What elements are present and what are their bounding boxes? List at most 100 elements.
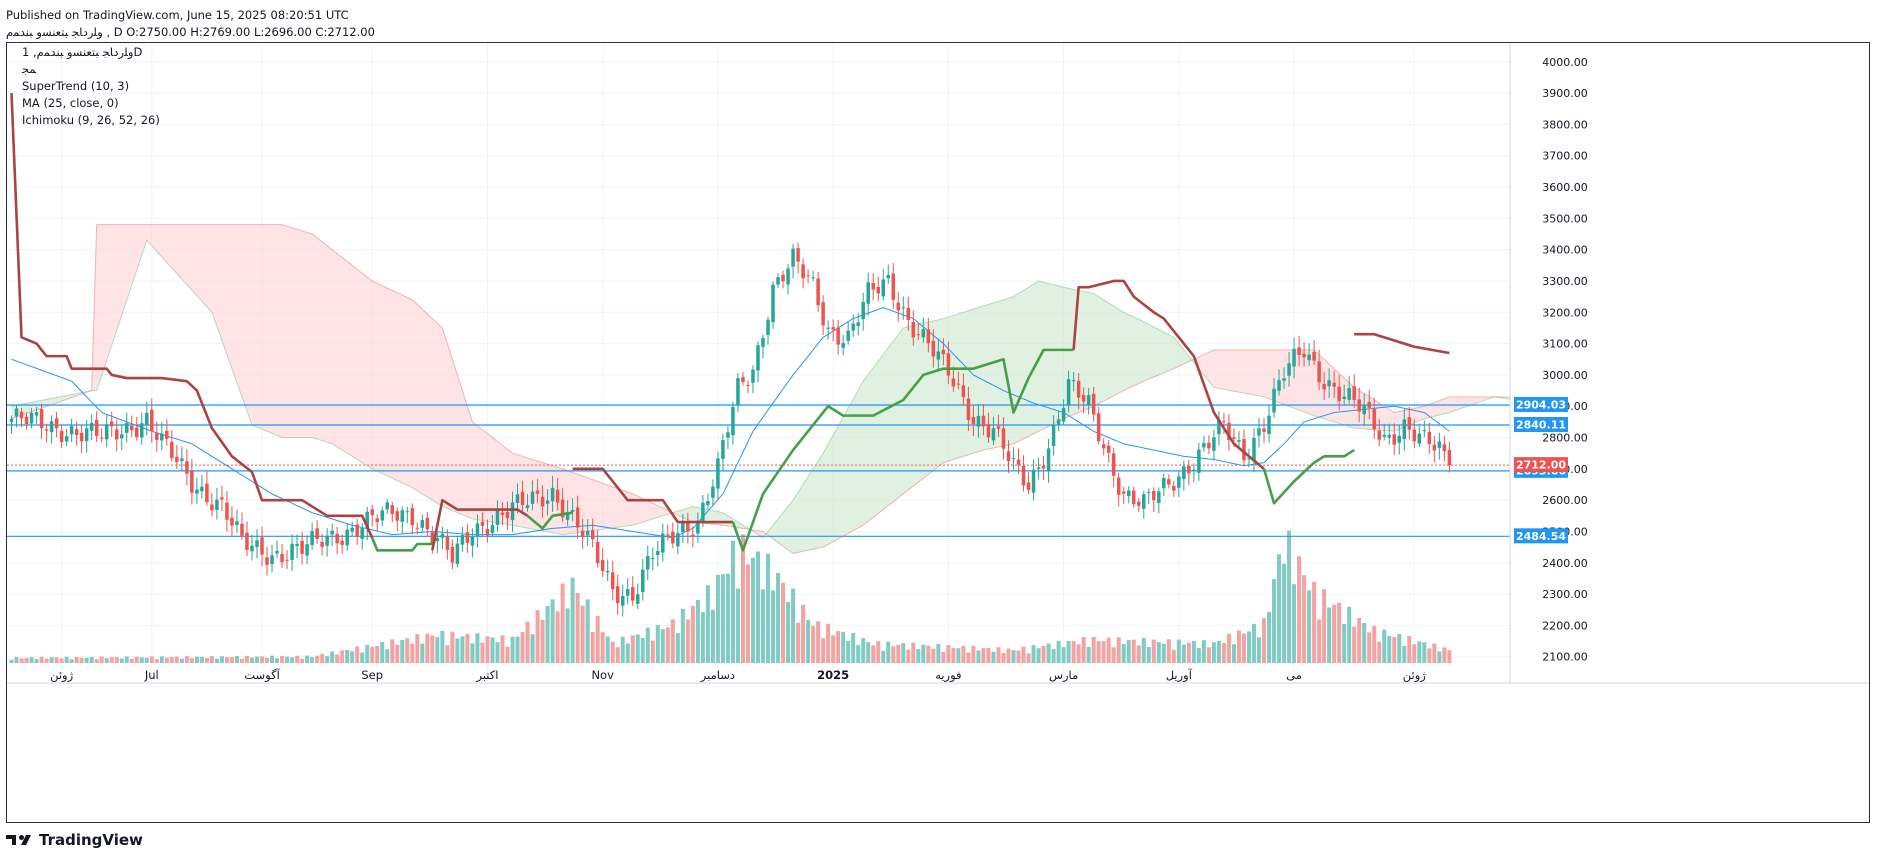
volume-bar [1241, 633, 1246, 663]
volume-bar [194, 656, 199, 663]
volume-bar [134, 656, 139, 663]
candle-body [145, 412, 149, 426]
candle-body [94, 419, 99, 436]
candle-body [610, 572, 615, 590]
volume-bar [535, 610, 540, 663]
y-tick-label: 3400.00 [1542, 244, 1588, 257]
y-tick-label: 4000.00 [1542, 56, 1588, 69]
legend-ichimoku[interactable]: Ichimoku (9, 26, 52, 26) [22, 113, 160, 127]
volume-bar [525, 621, 530, 663]
candle-body [129, 426, 134, 431]
volume-bar [1387, 635, 1392, 663]
volume-bar [260, 656, 265, 663]
volume-bar [771, 590, 776, 663]
candle-body [540, 496, 545, 507]
volume-bar [755, 551, 760, 663]
volume-bar [816, 621, 821, 663]
volume-bar [1126, 640, 1131, 663]
candle-body [1197, 449, 1201, 473]
volume-bar [600, 632, 605, 663]
candle-body [305, 544, 309, 556]
volume-bar [1447, 650, 1452, 663]
candle-body [816, 278, 820, 306]
volume-bar [1111, 647, 1116, 663]
legend-supertrend[interactable]: SuperTrend (10, 3) [22, 79, 129, 93]
candle-body [821, 302, 825, 326]
volume-bar [360, 652, 365, 663]
level-label: 2904.03 [1516, 398, 1566, 411]
price-chart[interactable]: 2100.002200.002300.002400.002500.002600.… [7, 43, 1869, 822]
volume-bar [610, 641, 615, 663]
candle-body [701, 502, 705, 521]
candle-body [666, 534, 670, 536]
candle-body [1222, 421, 1226, 423]
volume-bar [1031, 645, 1036, 663]
volume-bar [1322, 589, 1327, 663]
candle-body [756, 345, 760, 371]
candle-body [335, 533, 339, 544]
candle-body [1116, 477, 1121, 495]
candle-body [886, 275, 891, 279]
volume-bar [585, 599, 590, 663]
volume-bar [761, 589, 766, 663]
candle-body [991, 428, 996, 441]
volume-bar [510, 636, 515, 663]
x-tick-label: 2025 [817, 668, 849, 682]
y-tick-label: 3600.00 [1542, 181, 1588, 194]
volume-bar [229, 657, 234, 663]
candle-body [1367, 401, 1371, 408]
candle-body [986, 424, 991, 438]
volume-bar [214, 658, 219, 663]
candle-body [155, 433, 159, 441]
volume-bar [595, 615, 600, 663]
candle-body [1352, 386, 1356, 400]
candle-body [1001, 428, 1006, 449]
candle-body [455, 543, 460, 564]
candle-body [160, 433, 164, 441]
volume-bar [515, 636, 520, 663]
volume-bar [1231, 644, 1236, 663]
candle-body [165, 430, 169, 439]
candle-body [465, 532, 470, 543]
candle-body [220, 497, 224, 500]
volume-bar [986, 647, 991, 663]
volume-bar [1437, 651, 1442, 663]
volume-bar [891, 646, 896, 663]
candle-body [1302, 353, 1306, 358]
legend-ma[interactable]: MA (25, close, 0) [22, 96, 119, 110]
candle-body [1307, 354, 1311, 361]
candle-body [1011, 458, 1016, 460]
candle-body [1031, 469, 1036, 493]
candle-body [1417, 433, 1422, 444]
volume-bar [921, 644, 926, 663]
volume-bar [1216, 640, 1221, 663]
volume-bar [64, 656, 69, 663]
candle-body [255, 540, 259, 547]
volume-bar [485, 636, 490, 663]
y-tick-label: 3000.00 [1542, 369, 1588, 382]
candle-body [1412, 429, 1417, 442]
volume-bar [395, 644, 400, 663]
candle-body [761, 338, 765, 347]
candle-body [1357, 399, 1361, 412]
tradingview-logo[interactable]: TradingView [6, 830, 143, 850]
volume-bar [1246, 631, 1251, 663]
volume-bar [1146, 647, 1151, 663]
candle-body [385, 502, 390, 510]
volume-bar [1046, 643, 1051, 663]
candle-body [1076, 380, 1081, 398]
volume-bar [1106, 637, 1111, 663]
volume-bar [735, 588, 740, 663]
candle-body [150, 409, 154, 431]
volume-bar [750, 557, 755, 663]
candle-body [1177, 476, 1181, 488]
candle-body [345, 529, 349, 546]
volume-bar [365, 644, 370, 663]
volume-bar [1006, 648, 1011, 663]
candle-body [235, 521, 239, 526]
y-tick-label: 3200.00 [1542, 306, 1588, 319]
chart-area[interactable]: 2100.002200.002300.002400.002500.002600.… [6, 42, 1870, 823]
volume-bar [1367, 632, 1372, 663]
volume-bar [390, 639, 395, 663]
volume-bar [565, 608, 570, 663]
